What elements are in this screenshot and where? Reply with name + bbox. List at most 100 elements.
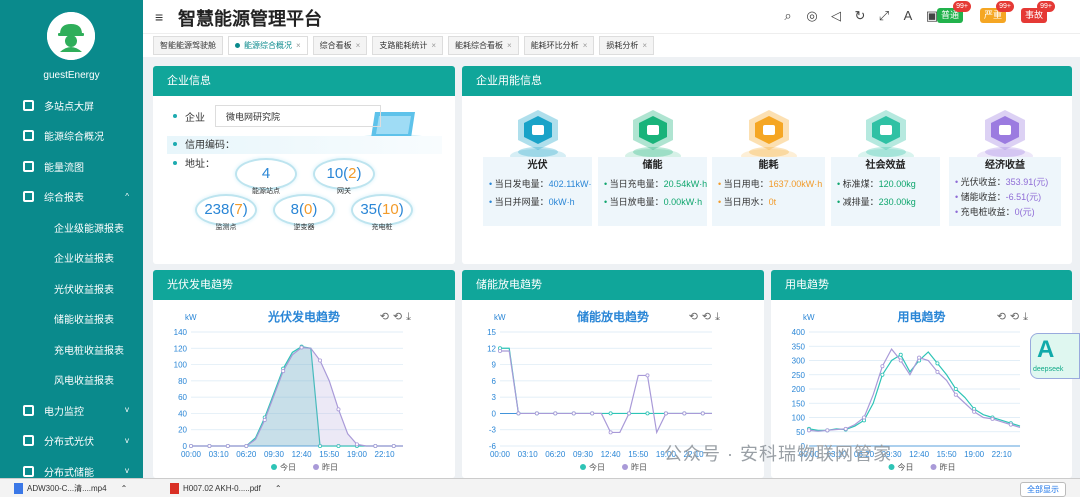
- sidebar-item-label: 光伏收益报表: [54, 284, 114, 296]
- sidebar-item[interactable]: 企业收益报表: [0, 243, 143, 274]
- category-card: 能耗 • 当日用电：1637.00kW·h • 当日用水：0t: [712, 157, 825, 226]
- company-name-field[interactable]: 微电网研究院: [215, 105, 381, 127]
- data-point: [225, 443, 230, 448]
- sidebar-item[interactable]: 多站点大屏: [0, 90, 143, 121]
- sidebar-item[interactable]: 能源综合概况: [0, 121, 143, 152]
- chevron-down-icon[interactable]: ⌃: [275, 484, 282, 493]
- avatar[interactable]: [47, 12, 95, 60]
- alarm-badge[interactable]: 严重 99+: [980, 1, 1015, 23]
- alarm-badge[interactable]: 事故 99+: [1021, 1, 1056, 23]
- data-point: [972, 409, 977, 414]
- metric-label: 充电桩收益：: [960, 207, 1015, 217]
- search-icon[interactable]: ⌕: [780, 8, 796, 24]
- download-item[interactable]: H007.02 AKH-0.....pdf ⌃: [170, 483, 282, 494]
- download-item[interactable]: ADW300-C...清....mp4 ⌃: [14, 483, 127, 494]
- tab[interactable]: 综合看板 ×: [312, 36, 368, 55]
- sidebar-item-label: 分布式储能: [44, 467, 94, 479]
- y-tick-label: 80: [178, 377, 187, 386]
- refresh-icon[interactable]: ↻: [852, 8, 868, 24]
- legend-label: 昨日: [631, 462, 647, 472]
- data-point: [498, 349, 503, 354]
- tab[interactable]: 能耗综合看板 ×: [448, 36, 519, 55]
- data-point: [990, 416, 995, 421]
- data-point: [663, 411, 668, 416]
- user-icon: [47, 12, 95, 60]
- chevron-down-icon[interactable]: ⌃: [121, 484, 128, 493]
- data-point: [553, 411, 558, 416]
- y-tick-label: 350: [792, 342, 806, 351]
- pv-chart: kW02040608010012014000:00 03:10 06:20 09:30…: [174, 313, 403, 472]
- chevron-down-icon[interactable]: v: [125, 405, 129, 414]
- stat-offline-count: 2: [348, 165, 357, 182]
- close-icon[interactable]: ×: [642, 41, 647, 50]
- tab[interactable]: 能耗环比分析 ×: [523, 36, 595, 55]
- y-tick-label: 15: [487, 328, 496, 337]
- address-row: 地址：: [173, 155, 215, 170]
- close-icon[interactable]: ×: [507, 41, 512, 50]
- tab[interactable]: 能源综合概况 ×: [228, 36, 308, 55]
- x-tick-label: 22:10: [375, 450, 396, 459]
- close-icon[interactable]: ×: [583, 41, 588, 50]
- bullet: [173, 114, 177, 118]
- download-filename: ADW300-C...清....mp4: [27, 484, 107, 493]
- x-tick-label: 19:00: [964, 450, 985, 459]
- menu-toggle-icon[interactable]: ≡: [155, 9, 163, 25]
- energy-use-panel: 企业用能信息 光伏 • 当日发电量：402.11kW·h • 当日并网量：0kW·h…: [462, 66, 1072, 264]
- category-metric: • 当日用电：1637.00kW·h: [712, 175, 825, 193]
- data-point: [608, 430, 613, 435]
- close-icon[interactable]: ×: [296, 41, 301, 50]
- stat-value: 238: [204, 201, 230, 218]
- sidebar-item-label: 多站点大屏: [44, 101, 94, 113]
- show-all-downloads-button[interactable]: 全部显示: [1020, 482, 1066, 497]
- data-point: [608, 411, 613, 416]
- company-label: 企业: [185, 112, 205, 124]
- metric-label: 储能收益：: [960, 192, 1006, 202]
- tab-label: 能耗综合看板: [455, 41, 504, 50]
- close-icon[interactable]: ×: [356, 41, 361, 50]
- tab[interactable]: 支路能耗统计 ×: [372, 36, 444, 55]
- y-tick-label: 100: [792, 414, 806, 423]
- close-icon[interactable]: ×: [431, 41, 436, 50]
- y-tick-label: 20: [178, 426, 187, 435]
- category-name: 能耗: [758, 160, 779, 171]
- sidebar-item[interactable]: 风电收益报表: [0, 365, 143, 396]
- alarm-badge[interactable]: 普通 99+: [937, 1, 972, 23]
- x-tick-label: 12:40: [909, 450, 930, 459]
- volume-icon[interactable]: ◁: [828, 8, 844, 24]
- sidebar-item[interactable]: 企业级能源报表: [0, 212, 143, 243]
- alarm-count: 99+: [1037, 1, 1056, 12]
- sidebar-item-label: 企业收益报表: [54, 254, 114, 266]
- chevron-down-icon[interactable]: v: [125, 436, 129, 445]
- metric-label: 减排量：: [842, 197, 879, 207]
- chevron-down-icon[interactable]: v: [125, 466, 129, 475]
- data-point: [354, 442, 359, 447]
- sidebar-item-label: 综合报表: [44, 193, 84, 205]
- category-metric: • 光伏收益：353.91(元): [949, 175, 1061, 190]
- active-dot: [235, 43, 240, 48]
- stat-label: 监测点: [215, 224, 237, 231]
- sidebar-item[interactable]: 储能收益报表: [0, 304, 143, 335]
- font-size-icon[interactable]: A: [900, 8, 916, 24]
- app-root: guestEnergy 多站点大屏 能源综合概况 能量流图 综合报表 ^ 企业级能源报表企…: [0, 0, 1080, 497]
- x-tick-label: 06:20: [545, 450, 566, 459]
- x-tick-label: 12:40: [292, 450, 313, 459]
- sidebar-item[interactable]: 能量流图: [0, 151, 143, 182]
- chevron-up-icon[interactable]: ^: [125, 192, 129, 201]
- y-tick-label: 50: [796, 428, 805, 437]
- sidebar-item[interactable]: 分布式光伏 v: [0, 426, 143, 457]
- help-icon[interactable]: ◎: [804, 8, 820, 24]
- sidebar-item[interactable]: 充电桩收益报表: [0, 334, 143, 365]
- assistant-widget[interactable]: A deepseek: [1030, 333, 1080, 379]
- x-tick-label: 00:00: [490, 450, 511, 459]
- data-point: [516, 411, 521, 416]
- video-file-icon: [14, 483, 23, 494]
- bullet: [173, 160, 177, 165]
- metric-label: 当日用电：: [723, 179, 769, 189]
- tab[interactable]: 智能能源驾驶舱: [153, 36, 223, 55]
- legend-marker: [313, 464, 319, 470]
- sidebar-item[interactable]: 综合报表 ^: [0, 182, 143, 213]
- fullscreen-icon[interactable]: ⤢: [876, 8, 892, 24]
- tab[interactable]: 损耗分析 ×: [599, 36, 655, 55]
- sidebar-item[interactable]: 电力监控 v: [0, 395, 143, 426]
- sidebar-item[interactable]: 光伏收益报表: [0, 273, 143, 304]
